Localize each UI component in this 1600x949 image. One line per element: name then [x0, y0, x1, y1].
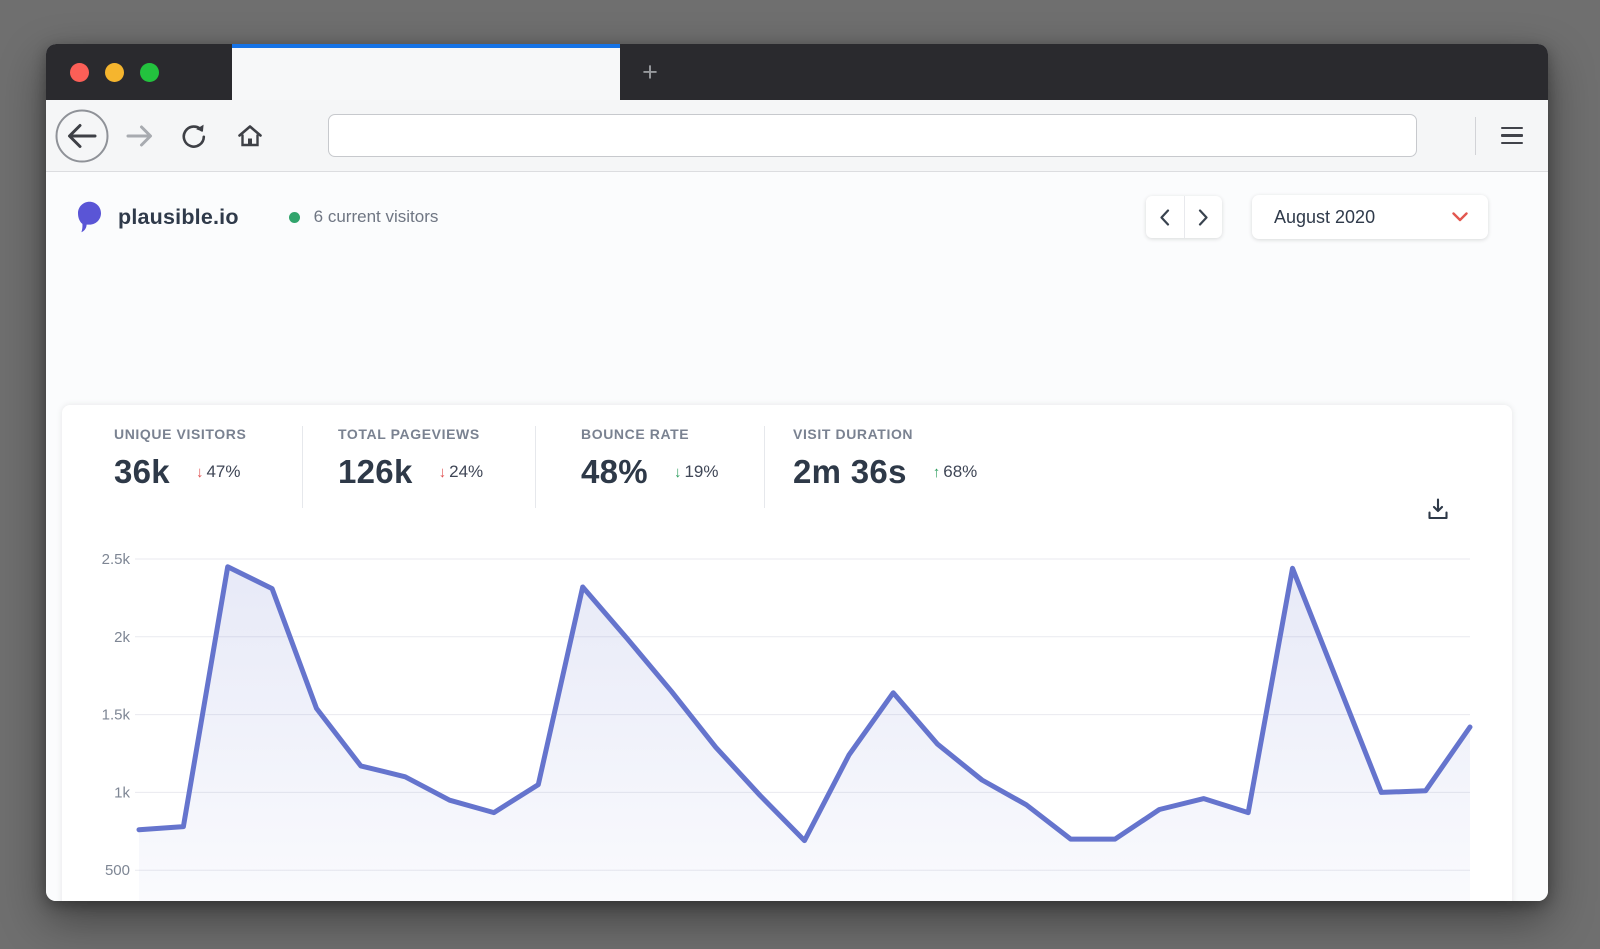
hamburger-icon [1501, 127, 1523, 130]
previous-period-button[interactable] [1146, 196, 1184, 238]
forward-arrow-icon [128, 127, 151, 145]
navbar-divider [1475, 117, 1476, 155]
period-nav [1146, 196, 1222, 238]
date-range-selector[interactable]: August 2020 [1252, 195, 1488, 239]
url-bar[interactable] [328, 114, 1417, 157]
close-button[interactable] [70, 63, 89, 82]
back-button[interactable] [55, 109, 109, 163]
tab-active-indicator [232, 44, 620, 48]
menu-button[interactable] [1490, 114, 1534, 158]
home-icon [240, 126, 261, 145]
forward-button[interactable] [117, 114, 161, 158]
browser-navbar [46, 100, 1548, 172]
live-dot-icon [289, 212, 300, 223]
current-visitors[interactable]: 6 current visitors [289, 207, 439, 227]
browser-tab[interactable] [232, 44, 620, 100]
dashboard-header: plausible.io 6 current visitors [76, 195, 1488, 239]
minimize-button[interactable] [105, 63, 124, 82]
date-range-label: August 2020 [1274, 207, 1375, 228]
plausible-logo [76, 201, 102, 233]
home-button[interactable] [228, 114, 272, 158]
svg-text:1.5k: 1.5k [102, 707, 131, 724]
current-visitors-label: 6 current visitors [314, 207, 439, 227]
browser-window: + [46, 44, 1548, 901]
chevron-right-icon [1198, 209, 1208, 226]
reload-icon [184, 124, 204, 146]
dashboard-content: plausible.io 6 current visitors [46, 172, 1548, 901]
site-name[interactable]: plausible.io [118, 205, 239, 230]
svg-text:2k: 2k [114, 629, 130, 646]
calendar-chevron-icon [1452, 212, 1468, 222]
window-controls [70, 63, 159, 82]
next-period-button[interactable] [1185, 196, 1223, 238]
browser-titlebar: + [46, 44, 1548, 100]
new-tab-button[interactable]: + [628, 56, 672, 90]
maximize-button[interactable] [140, 63, 159, 82]
svg-text:500: 500 [105, 862, 130, 879]
analytics-card: UNIQUE VISITORS 36k ↓47% TOTAL PAGEVIEWS… [62, 405, 1512, 901]
reload-button[interactable] [172, 114, 216, 158]
logo-balloon-icon [76, 201, 102, 233]
visitors-line-chart: 05001k1.5k2k2.5k1 August5 August9 August… [62, 405, 1512, 901]
svg-text:2.5k: 2.5k [102, 551, 131, 568]
chevron-left-icon [1160, 209, 1170, 226]
back-arrow-icon [70, 125, 96, 146]
svg-text:1k: 1k [114, 784, 130, 801]
